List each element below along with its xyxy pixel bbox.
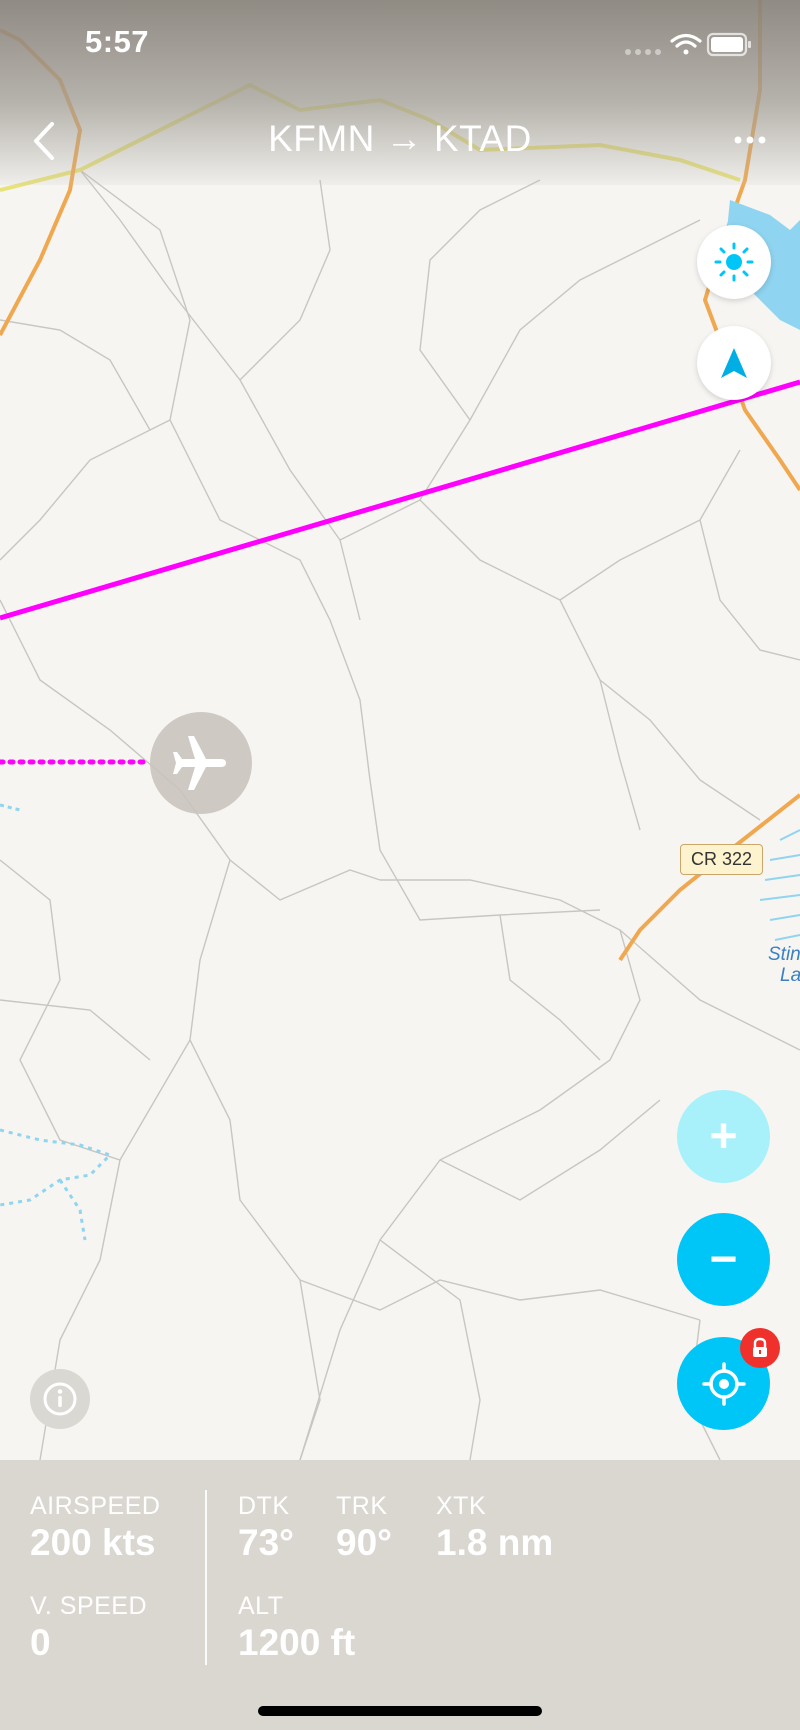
- road-label: CR 322: [680, 844, 764, 875]
- info-button[interactable]: [30, 1369, 90, 1429]
- status-time: 5:57: [85, 24, 150, 59]
- plus-icon: +: [709, 1109, 738, 1163]
- alt-value: 1200 ft: [238, 1622, 356, 1663]
- north-up-button[interactable]: [697, 326, 771, 400]
- trk-value: 90°: [336, 1522, 392, 1563]
- crosshair-icon: [701, 1361, 746, 1406]
- aircraft-marker: [150, 712, 252, 814]
- brightness-button[interactable]: [697, 225, 771, 299]
- ellipsis-icon: [734, 136, 766, 144]
- signal-icon: [625, 49, 661, 55]
- dtk-label: DTK: [238, 1492, 290, 1520]
- lake-label: Stin La: [768, 944, 800, 986]
- xtk-value: 1.8 nm: [436, 1522, 554, 1563]
- north-arrow-icon: [721, 348, 747, 378]
- airspeed-value: 200 kts: [30, 1522, 156, 1563]
- airspeed-label: AIRSPEED: [30, 1492, 161, 1520]
- home-indicator[interactable]: [258, 1706, 542, 1716]
- dtk-value: 73°: [238, 1522, 294, 1563]
- sun-icon: [714, 242, 754, 282]
- minus-icon: −: [709, 1232, 738, 1286]
- panel-divider: [205, 1490, 207, 1665]
- lock-icon: [753, 1337, 767, 1357]
- trk-label: TRK: [336, 1492, 388, 1520]
- status-icons: [622, 30, 752, 65]
- zoom-out-button[interactable]: −: [677, 1213, 770, 1306]
- route-title: KFMN → KTAD: [268, 118, 532, 159]
- zoom-in-button[interactable]: +: [677, 1090, 770, 1183]
- battery-icon: [706, 32, 751, 57]
- vspeed-value: 0: [30, 1622, 51, 1663]
- wifi-icon: [670, 33, 702, 55]
- lake-label-line1: Stin: [768, 944, 800, 965]
- lake-label-line2: La: [780, 965, 800, 986]
- lock-badge: [740, 1328, 780, 1368]
- alt-label: ALT: [238, 1592, 284, 1620]
- xtk-label: XTK: [436, 1492, 487, 1520]
- airplane-icon: [173, 736, 226, 790]
- vspeed-label: V. SPEED: [30, 1592, 148, 1620]
- info-icon: [43, 1382, 77, 1416]
- more-button[interactable]: [732, 128, 772, 152]
